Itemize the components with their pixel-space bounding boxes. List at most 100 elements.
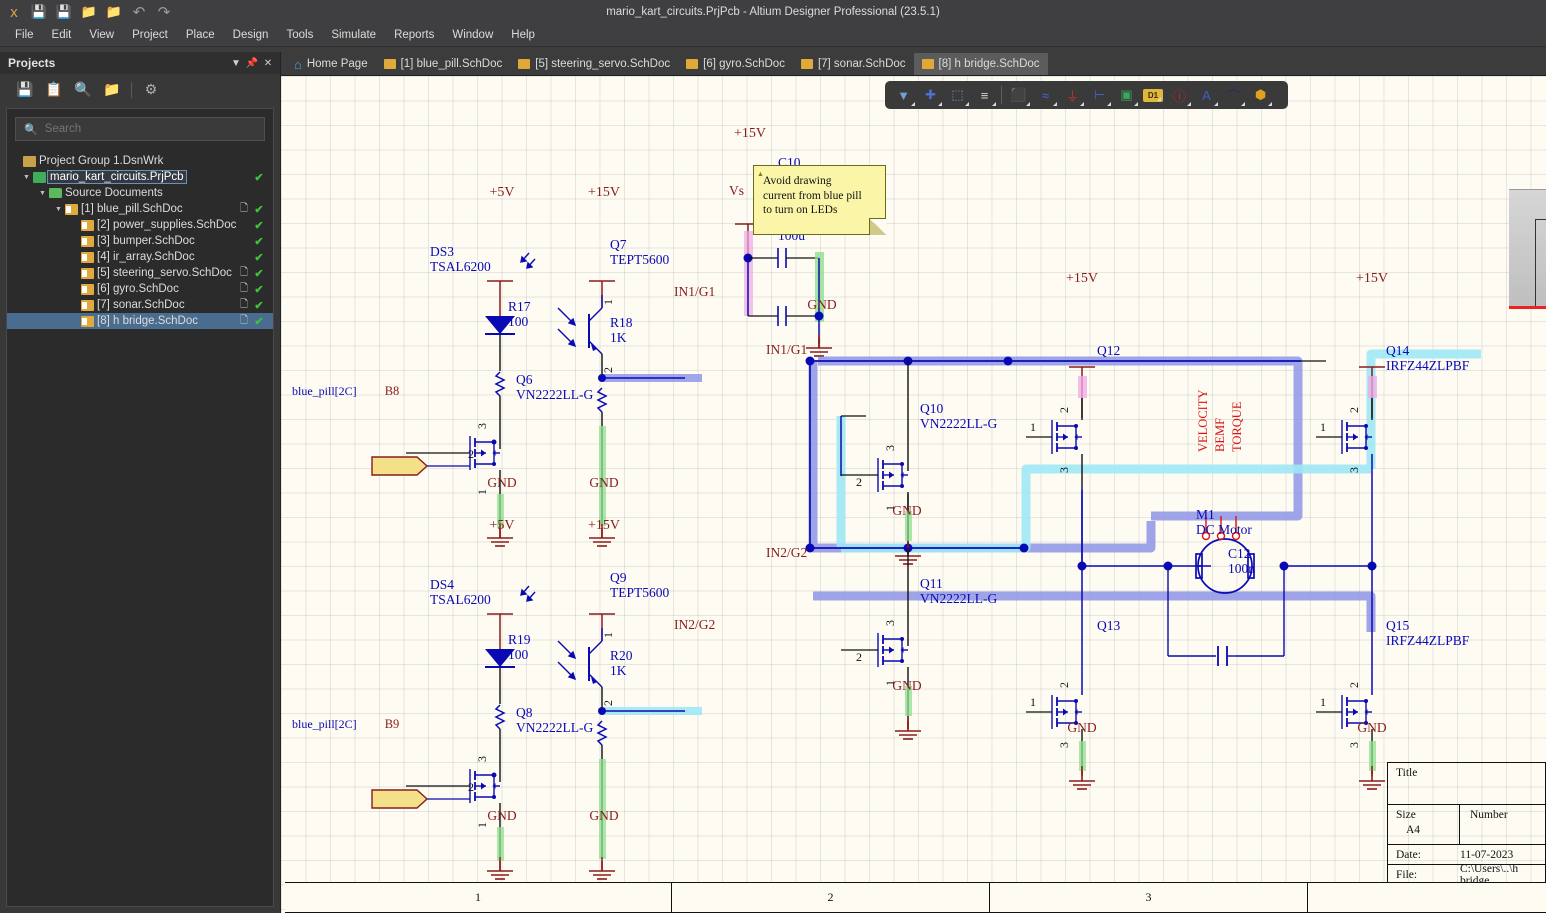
sheet-icon bbox=[383, 59, 396, 69]
panel-pin-button[interactable]: 📌 bbox=[244, 55, 260, 71]
page-number-cell: 1 bbox=[285, 883, 672, 912]
search-input[interactable] bbox=[44, 123, 256, 135]
place-no-erc-icon[interactable]: ⓘ bbox=[1166, 83, 1193, 107]
title-bar: x 💾 💾 📁 📁 ↶ ↷ mario_kart_circuits.PrjPcb… bbox=[0, 0, 1546, 24]
status-check-icon: ✔ bbox=[254, 299, 264, 312]
tab-7-sonar-schdoc[interactable]: [7] sonar.SchDoc bbox=[793, 53, 914, 75]
tab-6-gyro-schdoc[interactable]: [6] gyro.SchDoc bbox=[678, 53, 793, 75]
tree-item[interactable]: [5] steering_servo.SchDoc 🗋 ✔ bbox=[7, 265, 273, 281]
open-search-folder-icon[interactable]: 🔍 bbox=[73, 80, 93, 100]
yellow-note-line-1: Avoid drawing bbox=[763, 175, 832, 187]
tree-item[interactable]: ▼ mario_kart_circuits.PrjPcb ✔ bbox=[7, 169, 273, 185]
sheet-icon bbox=[800, 59, 813, 69]
redo-icon[interactable]: ↷ bbox=[153, 2, 175, 22]
undo-icon[interactable]: ↶ bbox=[128, 2, 150, 22]
schematic-canvas[interactable]: +5V +15V +15V +5V +15V +15V +15V GND GND GND GND GN… bbox=[281, 76, 1546, 913]
open-project-icon[interactable]: 📁 bbox=[103, 2, 125, 22]
yellow-note[interactable]: ▲ Avoid drawing current from blue pill t… bbox=[753, 165, 886, 235]
tab-5-steering-servo-schdoc[interactable]: [5] steering_servo.SchDoc bbox=[510, 53, 678, 75]
tree-item[interactable]: [2] power_supplies.SchDoc ✔ bbox=[7, 217, 273, 233]
tab-1-blue-pill-schdoc[interactable]: [1] blue_pill.SchDoc bbox=[376, 53, 511, 75]
menu-item-window[interactable]: Window bbox=[443, 26, 502, 44]
tree-item[interactable]: [3] bumper.SchDoc ✔ bbox=[7, 233, 273, 249]
chevron-down-icon[interactable]: ▼ bbox=[53, 206, 64, 213]
title-block-size-label: Size bbox=[1396, 809, 1416, 821]
save-all-icon[interactable]: 💾 bbox=[53, 2, 75, 22]
place-gnd-icon[interactable]: ⏚ bbox=[1059, 83, 1086, 107]
tab-8-h-bridge-schdoc[interactable]: [8] h bridge.SchDoc bbox=[913, 53, 1048, 75]
tree-item-label: [4] ir_array.SchDoc bbox=[97, 251, 195, 263]
gray-note-overlay[interactable]: Note spike filtering capacitor Noise spi… bbox=[1509, 189, 1546, 309]
crosshair-place-icon[interactable]: ✚ bbox=[917, 83, 944, 107]
document-icon: 🗋 bbox=[239, 282, 249, 294]
menu-item-place[interactable]: Place bbox=[177, 26, 224, 44]
document-icon: 🗋 bbox=[239, 298, 249, 310]
page-number-cell: 3 bbox=[990, 883, 1308, 912]
menu-item-edit[interactable]: Edit bbox=[43, 26, 81, 44]
home-icon: ⌂ bbox=[294, 56, 302, 72]
menu-item-simulate[interactable]: Simulate bbox=[322, 26, 385, 44]
save-icon[interactable]: 💾 bbox=[15, 80, 35, 100]
tab-home-page[interactable]: ⌂ Home Page bbox=[286, 53, 376, 75]
tree-item-label: Project Group 1.DsnWrk bbox=[39, 155, 164, 167]
place-part-icon[interactable]: ⬛ bbox=[1005, 83, 1032, 107]
copy-icon[interactable]: 📋 bbox=[44, 80, 64, 100]
tree-item[interactable]: Project Group 1.DsnWrk bbox=[7, 153, 273, 169]
menu-item-file[interactable]: File bbox=[6, 26, 43, 44]
title-block-number-label: Number bbox=[1470, 809, 1508, 821]
status-check-icon: ✔ bbox=[254, 251, 264, 264]
tree-item[interactable]: [4] ir_array.SchDoc ✔ bbox=[7, 249, 273, 265]
sheet-icon bbox=[686, 59, 699, 69]
status-check-icon: ✔ bbox=[254, 219, 264, 232]
toolbar-divider bbox=[1001, 86, 1002, 104]
place-net-label-icon[interactable]: D1 bbox=[1143, 88, 1163, 102]
filter-icon[interactable]: ▼ bbox=[890, 83, 917, 107]
menu-item-reports[interactable]: Reports bbox=[385, 26, 443, 44]
gray-note-body: Note spike filtering capacitor Noise spi… bbox=[1535, 219, 1546, 306]
tree-item-label: mario_kart_circuits.PrjPcb bbox=[47, 170, 187, 184]
menu-item-design[interactable]: Design bbox=[224, 26, 278, 44]
save-icon[interactable]: 💾 bbox=[28, 2, 50, 22]
place-text-icon[interactable]: A bbox=[1193, 83, 1220, 107]
tree-item-label: [5] steering_servo.SchDoc bbox=[97, 267, 232, 279]
schematic-sheet-icon bbox=[80, 251, 95, 263]
place-junction-icon[interactable]: ⬢ bbox=[1247, 83, 1274, 107]
search-box[interactable]: 🔍 bbox=[15, 117, 265, 141]
quick-access-toolbar: x 💾 💾 📁 📁 ↶ ↷ bbox=[0, 2, 175, 22]
menu-item-help[interactable]: Help bbox=[502, 26, 544, 44]
menu-item-view[interactable]: View bbox=[80, 26, 123, 44]
menu-item-project[interactable]: Project bbox=[123, 26, 177, 44]
tree-item[interactable]: ▼ Source Documents bbox=[7, 185, 273, 201]
yellow-note-line-3: to turn on LEDs bbox=[763, 204, 838, 216]
schematic-floating-toolbar: ▼ ✚ ⬚ ≡ ⬛ ≈ ⏚ ⊢ ▣ D1 ⓘ A ⌒ ⬢ bbox=[885, 81, 1288, 109]
align-icon[interactable]: ≡ bbox=[971, 83, 998, 107]
panel-close-button[interactable]: ✕ bbox=[260, 55, 276, 71]
title-block-title-label: Title bbox=[1396, 767, 1418, 779]
panel-dropdown-button[interactable]: ▼ bbox=[228, 55, 244, 71]
place-arc-icon[interactable]: ⌒ bbox=[1220, 83, 1247, 107]
tab-label: [1] blue_pill.SchDoc bbox=[400, 58, 503, 70]
configure-folder-icon[interactable]: 📁 bbox=[102, 80, 122, 100]
tree-item[interactable]: [8] h bridge.SchDoc 🗋 ✔ bbox=[7, 313, 273, 329]
tree-item[interactable]: ▼ [1] blue_pill.SchDoc 🗋 ✔ bbox=[7, 201, 273, 217]
open-folder-icon[interactable]: 📁 bbox=[78, 2, 100, 22]
place-wire-icon[interactable]: ≈ bbox=[1032, 83, 1059, 107]
menu-item-tools[interactable]: Tools bbox=[277, 26, 322, 44]
gear-icon[interactable]: ⚙ bbox=[141, 80, 161, 100]
tree-item-label: Source Documents bbox=[65, 187, 163, 199]
tab-label: Home Page bbox=[306, 58, 368, 70]
select-area-icon[interactable]: ⬚ bbox=[944, 83, 971, 107]
status-check-icon: ✔ bbox=[254, 267, 264, 280]
chevron-down-icon[interactable]: ▼ bbox=[21, 174, 32, 181]
place-port-icon[interactable]: ⊢ bbox=[1086, 83, 1113, 107]
title-block-date-label: Date: bbox=[1396, 848, 1421, 861]
place-sheet-symbol-icon[interactable]: ▣ bbox=[1113, 83, 1140, 107]
tree-item[interactable]: [7] sonar.SchDoc 🗋 ✔ bbox=[7, 297, 273, 313]
altium-logo-icon[interactable]: x bbox=[3, 2, 25, 22]
tree-item[interactable]: [6] gyro.SchDoc 🗋 ✔ bbox=[7, 281, 273, 297]
status-check-icon: ✔ bbox=[254, 315, 264, 328]
panel-title: Projects bbox=[8, 56, 56, 70]
chevron-down-icon[interactable]: ▼ bbox=[37, 190, 48, 197]
title-block-date-row: Date: 11-07-2023 bbox=[1388, 845, 1545, 865]
window-title: mario_kart_circuits.PrjPcb - Altium Desi… bbox=[606, 6, 940, 18]
